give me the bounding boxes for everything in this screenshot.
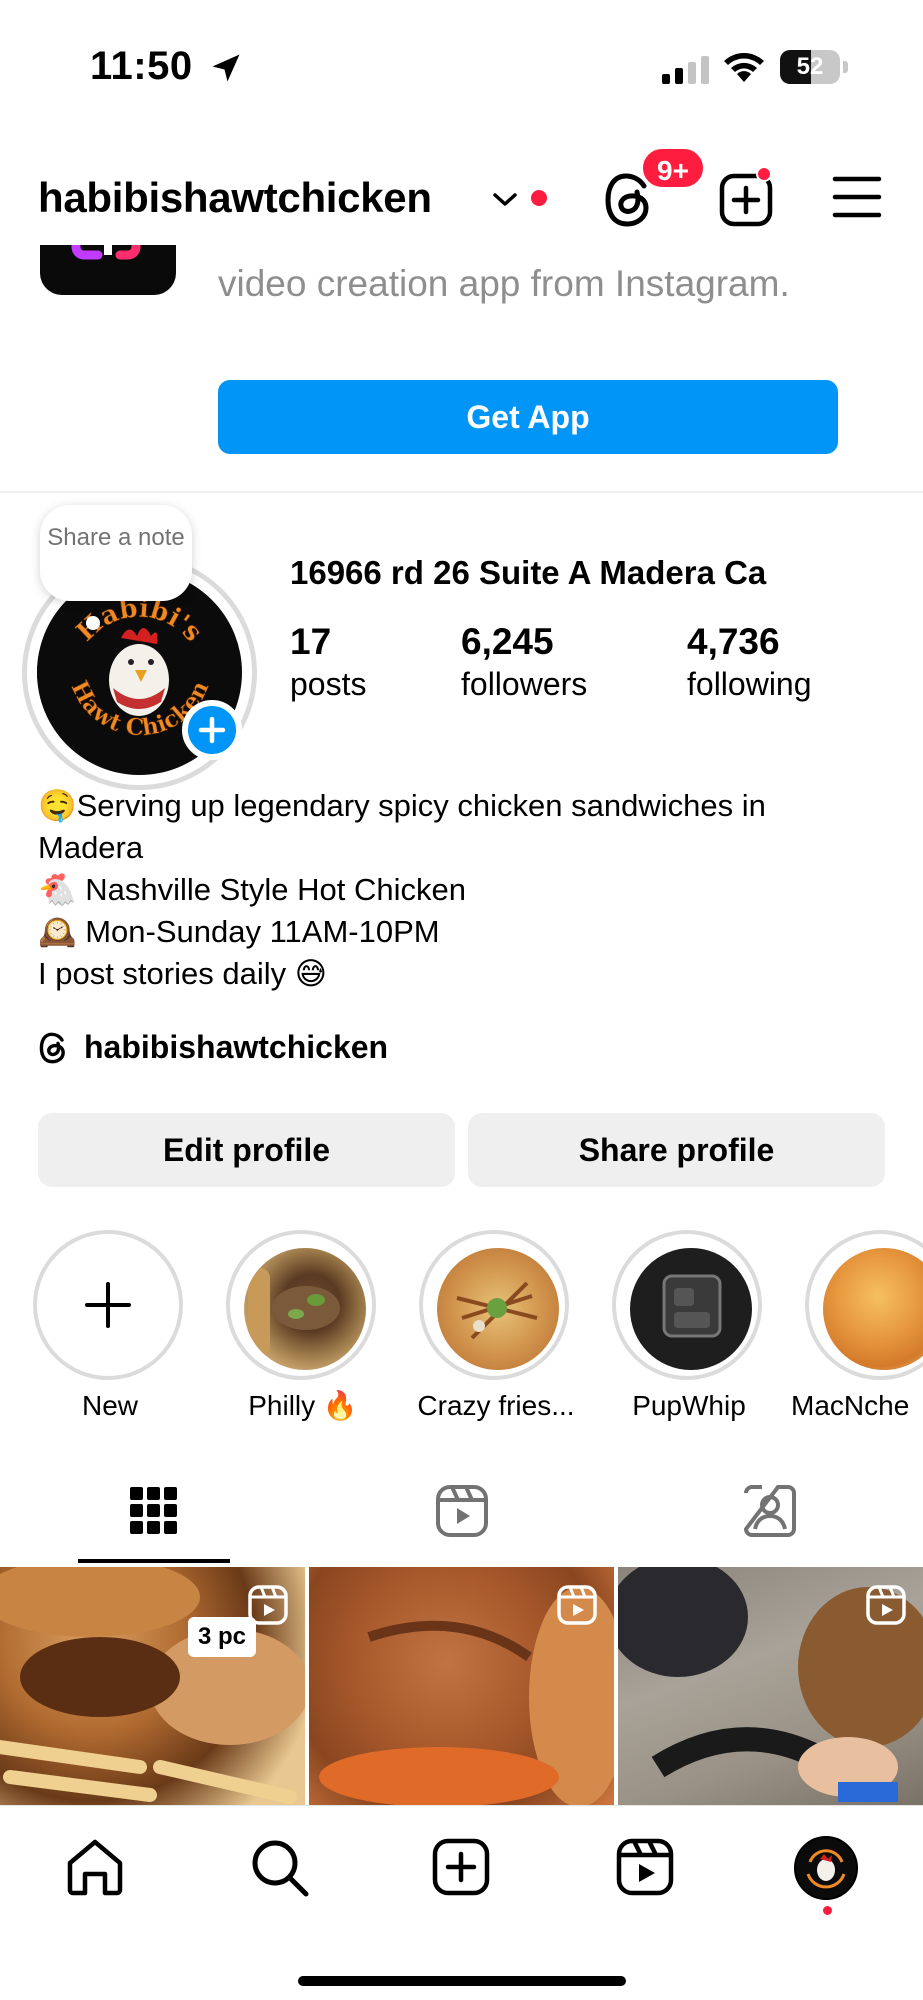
threads-handle: habibishawtchicken xyxy=(84,1029,389,1065)
get-app-button[interactable]: Get App xyxy=(218,380,838,454)
share-note-bubble[interactable]: Share a note xyxy=(40,505,192,601)
bottom-navigation xyxy=(0,1805,923,2000)
chevron-down-icon[interactable] xyxy=(490,190,520,210)
wifi-icon xyxy=(724,53,764,82)
bio-line: 🕰️ Mon-Sunday 11AM-10PM xyxy=(38,914,440,949)
grid-icon[interactable] xyxy=(126,1483,182,1539)
profile-tabs xyxy=(0,1455,923,1565)
threads-badge: 9+ xyxy=(640,146,706,190)
highlight-ring xyxy=(419,1230,569,1380)
post-thumbnail[interactable]: 3 pc xyxy=(0,1567,305,1805)
battery-percentage: 52 xyxy=(796,53,824,80)
reel-icon xyxy=(866,1585,906,1625)
stat-label: followers xyxy=(461,666,588,702)
stat-label: posts xyxy=(290,666,367,702)
profile-header: habibishawtchicken 9+ xyxy=(0,146,923,245)
reel-icon xyxy=(557,1585,597,1625)
home-indicator[interactable] xyxy=(298,1976,626,1986)
highlight-ring xyxy=(805,1230,923,1380)
stat-value: 17 xyxy=(290,621,332,662)
threads-icon xyxy=(39,1032,65,1064)
highlight-ring xyxy=(226,1230,376,1380)
active-tab-indicator xyxy=(78,1559,230,1563)
share-profile-button[interactable]: Share profile xyxy=(468,1113,885,1187)
home-icon[interactable] xyxy=(64,1836,126,1898)
post-caption-badge: 3 pc xyxy=(188,1617,257,1657)
status-time: 11:50 xyxy=(90,44,193,88)
highlight-ring xyxy=(33,1230,183,1380)
account-switcher[interactable]: habibishawtchicken xyxy=(38,174,432,222)
highlight-label: PupWhip xyxy=(632,1390,746,1421)
bio-line: 🐔 Nashville Style Hot Chicken xyxy=(38,872,466,907)
account-notification-dot xyxy=(531,190,547,206)
post-thumbnail[interactable] xyxy=(618,1567,923,1805)
reels-icon[interactable] xyxy=(614,1836,676,1898)
menu-icon[interactable] xyxy=(832,174,882,220)
highlight-label: Crazy fries... xyxy=(417,1390,575,1421)
edit-profile-button[interactable]: Edit profile xyxy=(38,1113,455,1187)
profile-nav-avatar[interactable] xyxy=(794,1836,858,1900)
highlight-label: Philly 🔥 xyxy=(248,1390,358,1421)
stat-value: 4,736 xyxy=(687,621,780,662)
location-arrow-icon xyxy=(212,54,240,82)
highlight-label: MacNche xyxy=(791,1390,910,1421)
cellular-signal-icon xyxy=(662,56,709,84)
plus-icon xyxy=(85,1282,131,1328)
highlight-cover xyxy=(823,1248,923,1370)
add-story-button[interactable] xyxy=(182,700,242,760)
profile-name: 16966 rd 26 Suite A Madera Ca xyxy=(290,554,767,591)
bio-line: I post stories daily 😅 xyxy=(38,956,328,991)
highlight-cover xyxy=(630,1248,752,1370)
search-icon[interactable] xyxy=(248,1836,310,1898)
profile-bio: 🤤Serving up legendary spicy chicken sand… xyxy=(38,785,898,995)
edits-app-promo: video creation app from Instagram. Get A… xyxy=(0,225,923,493)
profile-notification-dot xyxy=(823,1906,832,1915)
post-thumbnail[interactable] xyxy=(309,1567,614,1805)
highlight-label: New xyxy=(81,1390,138,1421)
tagged-tab-icon[interactable] xyxy=(742,1483,798,1539)
status-bar: 11:50 52 xyxy=(0,0,923,130)
promo-text: video creation app from Instagram. xyxy=(218,263,790,304)
reels-tab-icon[interactable] xyxy=(434,1483,490,1539)
stat-label: following xyxy=(687,666,812,702)
highlight-cover xyxy=(244,1248,366,1370)
highlight-ring xyxy=(612,1230,762,1380)
stat-following[interactable]: 4,736 following xyxy=(687,620,812,704)
bio-line: 🤤Serving up legendary spicy chicken sand… xyxy=(38,788,766,823)
highlight-cover xyxy=(437,1248,559,1370)
battery-icon: 52 xyxy=(780,50,848,84)
note-bubble-tail xyxy=(86,616,100,630)
stat-followers[interactable]: 6,245 followers xyxy=(461,620,587,704)
create-notification-dot xyxy=(756,166,772,182)
create-icon[interactable] xyxy=(430,1836,492,1898)
stat-value: 6,245 xyxy=(461,621,554,662)
bio-line: Madera xyxy=(38,830,144,865)
stat-posts[interactable]: 17 posts xyxy=(290,620,366,704)
